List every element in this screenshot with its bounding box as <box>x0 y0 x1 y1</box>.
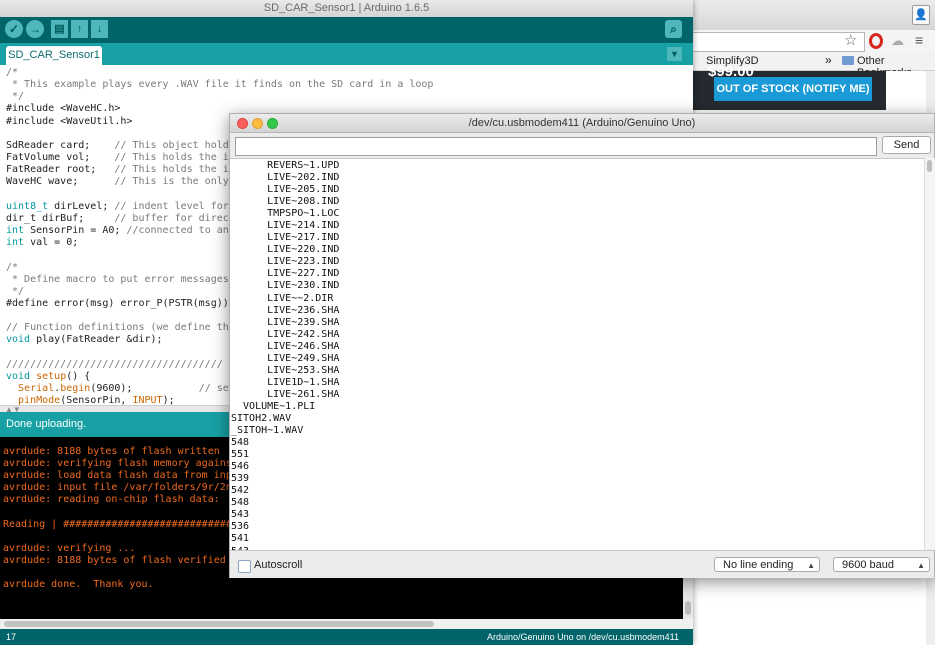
folder-icon <box>842 56 854 65</box>
bookmark-star-icon[interactable]: ☆ <box>844 31 857 49</box>
serial-output: REVERS~1.UPD LIVE~202.IND LIVE~205.IND L… <box>230 158 924 551</box>
line-ending-value: No line ending <box>723 559 794 571</box>
maximize-icon[interactable] <box>267 118 278 129</box>
tab-bar: SD_CAR_Sensor1 ▼ <box>0 43 693 65</box>
serial-output-text: REVERS~1.UPD LIVE~202.IND LIVE~205.IND L… <box>231 160 340 551</box>
extension-icon[interactable] <box>869 33 883 49</box>
address-bar[interactable] <box>686 32 865 52</box>
baud-select[interactable]: 9600 baud ▲ <box>833 557 930 572</box>
line-ending-select[interactable]: No line ending ▲ <box>714 557 820 572</box>
tab-menu-icon[interactable]: ▼ <box>667 47 682 61</box>
send-button[interactable]: Send <box>882 136 931 154</box>
line-number: 17 <box>6 632 17 642</box>
close-icon[interactable] <box>237 118 248 129</box>
baud-value: 9600 baud <box>842 559 894 571</box>
serial-title-text: /dev/cu.usbmodem411 (Arduino/Genuino Uno… <box>468 117 696 129</box>
serial-scrollbar[interactable] <box>924 158 935 550</box>
menu-icon[interactable]: ≡ <box>915 32 923 48</box>
serial-monitor-window: /dev/cu.usbmodem411 (Arduino/Genuino Uno… <box>229 113 935 578</box>
new-button[interactable]: ▤ <box>51 20 68 38</box>
serial-input[interactable] <box>235 137 877 156</box>
verify-button[interactable]: ✓ <box>5 20 23 38</box>
save-button[interactable]: ↓ <box>91 20 108 38</box>
chevron-down-icon: ▲ <box>917 561 925 570</box>
autoscroll-label: Autoscroll <box>254 559 303 571</box>
serial-monitor-icon[interactable]: ⌕ <box>665 20 682 38</box>
autoscroll-checkbox[interactable] <box>238 560 251 573</box>
browser-tab-strip: 👤 <box>686 0 935 31</box>
ide-title: SD_CAR_Sensor1 | Arduino 1.6.5 <box>0 0 693 18</box>
out-of-stock-button[interactable]: OUT OF STOCK (NOTIFY ME) <box>714 77 872 101</box>
upload-button[interactable]: → <box>26 20 44 38</box>
minimize-icon[interactable] <box>252 118 263 129</box>
ide-toolbar: ✓ → ▤ ↑ ↓ ⌕ <box>0 17 693 43</box>
cloud-extension-icon[interactable]: ☁ <box>891 33 904 49</box>
bookmarks-overflow[interactable]: » <box>825 53 832 67</box>
tab-sd-car-sensor1[interactable]: SD_CAR_Sensor1 <box>6 46 102 65</box>
open-button[interactable]: ↑ <box>71 20 88 38</box>
serial-title: /dev/cu.usbmodem411 (Arduino/Genuino Uno… <box>230 114 934 133</box>
ide-status-bar: 17 Arduino/Genuino Uno on /dev/cu.usbmod… <box>0 629 693 645</box>
chevron-down-icon: ▲ <box>807 561 815 570</box>
board-port-status: Arduino/Genuino Uno on /dev/cu.usbmodem4… <box>487 632 679 642</box>
console-hscrollbar[interactable] <box>0 619 693 629</box>
profile-icon[interactable]: 👤 <box>912 5 930 25</box>
serial-footer: Autoscroll No line ending ▲ 9600 baud ▲ <box>230 550 934 578</box>
